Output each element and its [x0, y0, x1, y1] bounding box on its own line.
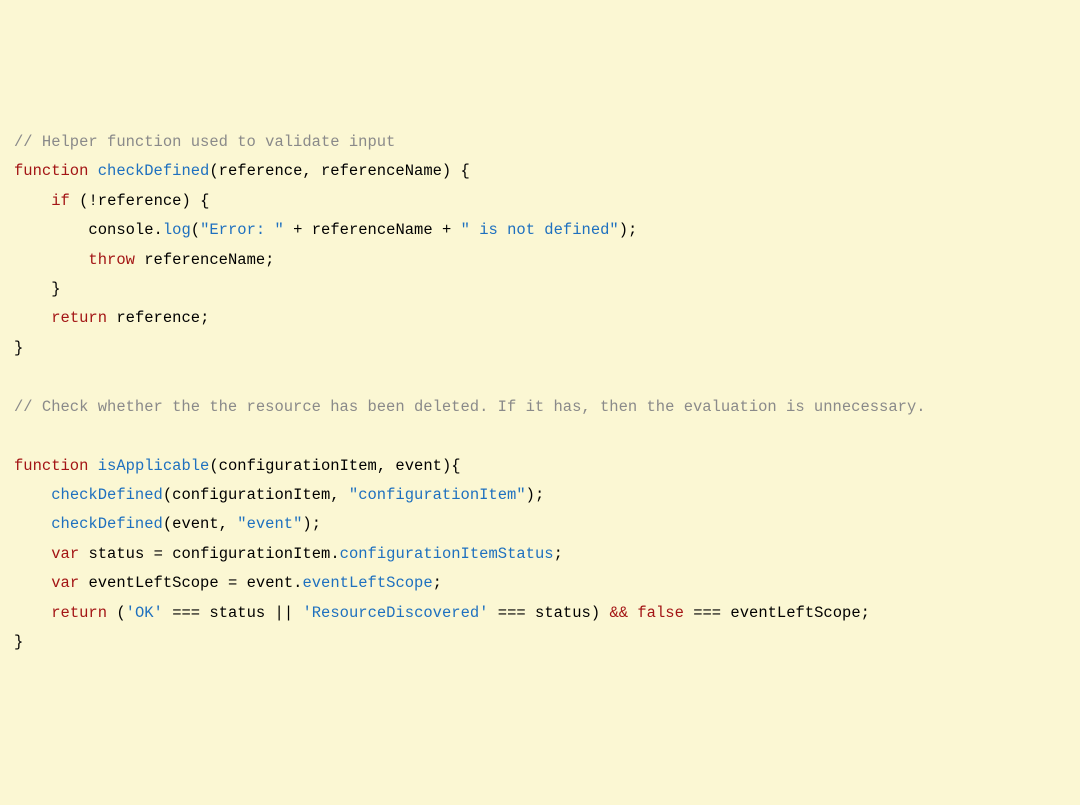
- keyword-function: function: [14, 457, 88, 475]
- string-resource-discovered: 'ResourceDiscovered': [302, 604, 488, 622]
- string-event: "event": [237, 515, 302, 533]
- paren: ): [526, 486, 535, 504]
- assign: =: [228, 574, 237, 592]
- keyword-throw: throw: [88, 251, 135, 269]
- semi: ;: [265, 251, 274, 269]
- string-not-defined: " is not defined": [461, 221, 619, 239]
- dot: .: [330, 545, 339, 563]
- semi: ;: [628, 221, 637, 239]
- call-checkDefined: checkDefined: [51, 515, 163, 533]
- func-checkDefined: checkDefined: [98, 162, 210, 180]
- method-log: log: [163, 221, 191, 239]
- assign: =: [154, 545, 163, 563]
- call-checkDefined: checkDefined: [51, 486, 163, 504]
- paren: (: [209, 457, 218, 475]
- keyword-return: return: [51, 604, 107, 622]
- brace: {: [461, 162, 470, 180]
- id-reference: reference: [116, 309, 200, 327]
- semi: ;: [312, 515, 321, 533]
- id-status: status: [535, 604, 591, 622]
- id-eventLeftScope: eventLeftScope: [730, 604, 860, 622]
- paren: ): [591, 604, 600, 622]
- prop-eventLeftScope: eventLeftScope: [302, 574, 432, 592]
- keyword-if: if: [51, 192, 70, 210]
- op-eq: ===: [172, 604, 200, 622]
- paren: (: [163, 515, 172, 533]
- op-or: ||: [275, 604, 294, 622]
- id-referenceName: referenceName: [312, 221, 433, 239]
- op-eq: ===: [693, 604, 721, 622]
- string-configurationItem: "configurationItem": [349, 486, 526, 504]
- literal-false: false: [637, 604, 684, 622]
- id-status: status: [209, 604, 265, 622]
- brace: {: [451, 457, 460, 475]
- id-configurationItem: configurationItem: [172, 486, 330, 504]
- brace: }: [14, 339, 23, 357]
- paren: ): [181, 192, 190, 210]
- paren: (: [116, 604, 125, 622]
- id-configurationItem: configurationItem: [172, 545, 330, 563]
- code-block: // Helper function used to validate inpu…: [14, 128, 1066, 658]
- param-referenceName: referenceName: [321, 162, 442, 180]
- paren: ): [442, 457, 451, 475]
- param-configurationItem: configurationItem: [219, 457, 377, 475]
- comment-check: // Check whether the the resource has be…: [14, 398, 926, 416]
- id-status: status: [88, 545, 144, 563]
- paren: ): [442, 162, 451, 180]
- paren: (: [163, 486, 172, 504]
- keyword-var: var: [51, 545, 79, 563]
- keyword-var: var: [51, 574, 79, 592]
- param-event: event: [395, 457, 442, 475]
- semi: ;: [554, 545, 563, 563]
- dot: .: [154, 221, 163, 239]
- dot: .: [293, 574, 302, 592]
- semi: ;: [535, 486, 544, 504]
- func-isApplicable: isApplicable: [98, 457, 210, 475]
- plus: +: [442, 221, 451, 239]
- id-console: console: [88, 221, 153, 239]
- id-referenceName: referenceName: [144, 251, 265, 269]
- param-reference: reference: [219, 162, 303, 180]
- semi: ;: [861, 604, 870, 622]
- id-eventLeftScope: eventLeftScope: [88, 574, 218, 592]
- id-event: event: [172, 515, 219, 533]
- paren: (: [191, 221, 200, 239]
- id-reference: reference: [98, 192, 182, 210]
- paren: (: [209, 162, 218, 180]
- comma: ,: [330, 486, 349, 504]
- string-ok: 'OK': [126, 604, 163, 622]
- semi: ;: [200, 309, 209, 327]
- id-event: event: [247, 574, 294, 592]
- paren: ): [302, 515, 311, 533]
- comma: ,: [377, 457, 396, 475]
- not: !: [88, 192, 97, 210]
- brace: {: [200, 192, 209, 210]
- comma: ,: [219, 515, 238, 533]
- keyword-function: function: [14, 162, 88, 180]
- paren: ): [619, 221, 628, 239]
- brace: }: [51, 280, 60, 298]
- string-error-prefix: "Error: ": [200, 221, 284, 239]
- brace: }: [14, 633, 23, 651]
- plus: +: [293, 221, 302, 239]
- op-eq: ===: [498, 604, 526, 622]
- comma: ,: [302, 162, 321, 180]
- keyword-return: return: [51, 309, 107, 327]
- op-and: &&: [609, 604, 628, 622]
- semi: ;: [433, 574, 442, 592]
- prop-configurationItemStatus: configurationItemStatus: [340, 545, 554, 563]
- comment-header: // Helper function used to validate inpu…: [14, 133, 395, 151]
